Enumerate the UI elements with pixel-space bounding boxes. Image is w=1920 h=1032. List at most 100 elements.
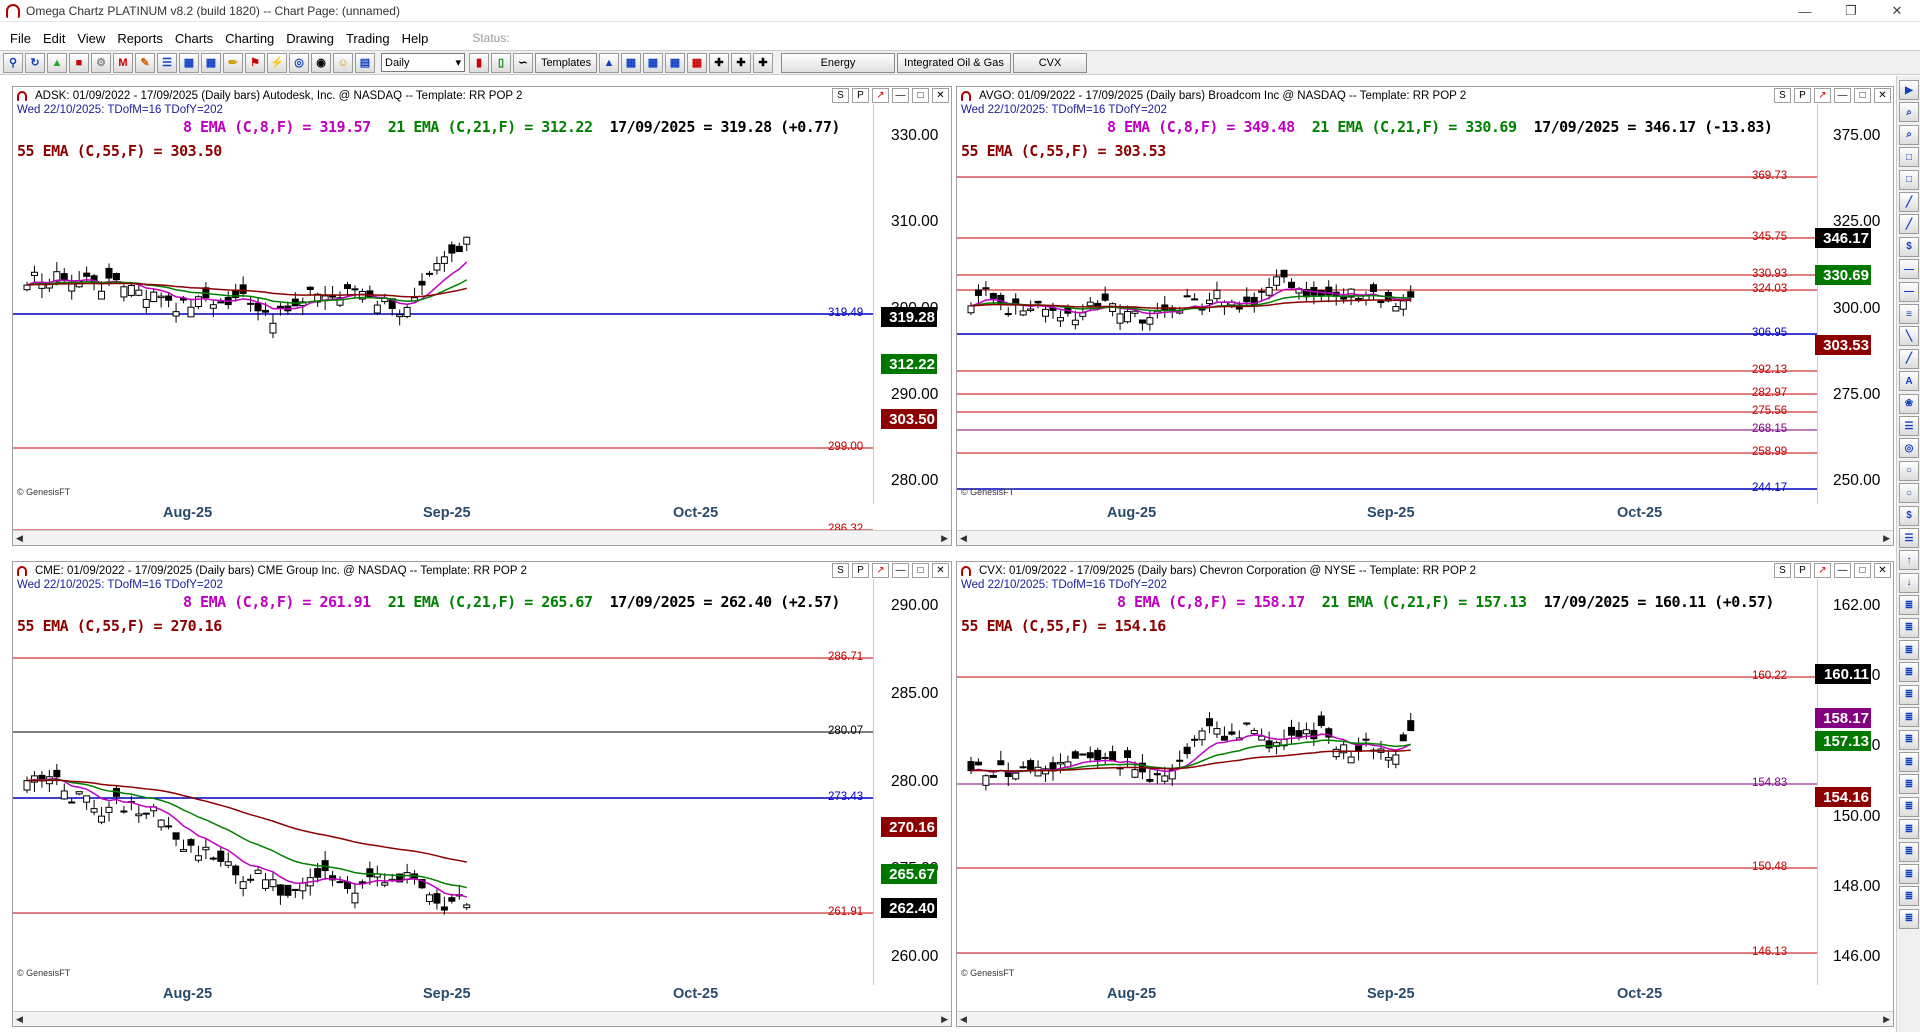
close-icon[interactable]: ✕ bbox=[932, 88, 949, 103]
horizontal-scrollbar[interactable]: ◀ ▶ bbox=[957, 1011, 1893, 1026]
maximize-icon[interactable]: □ bbox=[912, 563, 929, 578]
draw-tool-icon-23[interactable]: ↓ bbox=[1899, 572, 1919, 593]
templates-button[interactable]: Templates bbox=[535, 52, 597, 73]
camera-icon[interactable]: ◉ bbox=[311, 52, 331, 73]
pencil-icon[interactable]: ✎ bbox=[135, 52, 155, 73]
period-select[interactable]: Daily ▾ bbox=[381, 53, 465, 72]
draw-tool-icon-17[interactable]: ◎ bbox=[1899, 438, 1919, 459]
scroll-left-icon[interactable]: ◀ bbox=[16, 533, 23, 544]
book-icon[interactable]: ▤ bbox=[355, 52, 375, 73]
draw-tool-icon-32[interactable]: ≣ bbox=[1899, 774, 1919, 795]
mark-icon[interactable]: M bbox=[113, 52, 133, 73]
scroll-left-icon[interactable]: ◀ bbox=[960, 1014, 967, 1025]
draw-tool-icon-36[interactable]: ≣ bbox=[1899, 864, 1919, 884]
close-icon[interactable]: ✕ bbox=[1874, 563, 1891, 578]
draw-tool-icon-37[interactable]: ≣ bbox=[1899, 886, 1919, 907]
draw-tool-icon-25[interactable]: ≣ bbox=[1899, 617, 1919, 638]
tab-cvx[interactable]: CVX bbox=[1013, 52, 1087, 73]
draw-tool-icon-33[interactable]: ≣ bbox=[1899, 796, 1919, 817]
layout4-icon[interactable]: ▦ bbox=[665, 52, 685, 73]
list-icon[interactable]: ☰ bbox=[157, 52, 177, 73]
line-chart-icon[interactable]: ∽ bbox=[513, 52, 533, 73]
crosshair2-icon[interactable]: ✚ bbox=[731, 52, 751, 73]
horizontal-scrollbar[interactable]: ◀ ▶ bbox=[957, 530, 1893, 545]
draw-tool-icon-27[interactable]: ≣ bbox=[1899, 662, 1919, 683]
draw-tool-icon-8[interactable]: $ bbox=[1899, 236, 1919, 257]
s-button[interactable]: S bbox=[1774, 563, 1791, 578]
draw-tool-icon-13[interactable]: ╱ bbox=[1899, 348, 1919, 369]
price-chart[interactable] bbox=[13, 104, 873, 531]
popout-icon[interactable]: ↗ bbox=[1814, 563, 1831, 578]
minimize-icon[interactable]: — bbox=[892, 88, 909, 103]
menu-charts[interactable]: Charts bbox=[169, 31, 219, 46]
minimize-icon[interactable]: — bbox=[1782, 0, 1828, 22]
chart-window-2[interactable]: AVGO: 01/09/2022 - 17/09/2025 (Daily bar… bbox=[956, 86, 1894, 546]
scroll-right-icon[interactable]: ▶ bbox=[1883, 533, 1890, 544]
draw-tool-icon-3[interactable]: ⌕ bbox=[1899, 124, 1919, 145]
price-chart[interactable] bbox=[957, 579, 1817, 985]
chart-icon[interactable]: ■ bbox=[69, 52, 89, 73]
candle-icon[interactable]: ▯ bbox=[491, 52, 511, 73]
maximize-icon[interactable]: □ bbox=[912, 88, 929, 103]
s-button[interactable]: S bbox=[832, 563, 849, 578]
table-icon[interactable]: ▦ bbox=[201, 52, 221, 73]
maximize-icon[interactable]: □ bbox=[1854, 563, 1871, 578]
menu-help[interactable]: Help bbox=[396, 31, 435, 46]
layout-icon[interactable]: ▲ bbox=[599, 52, 619, 73]
chart-window-1[interactable]: ADSK: 01/09/2022 - 17/09/2025 (Daily bar… bbox=[12, 86, 952, 546]
scroll-right-icon[interactable]: ▶ bbox=[941, 1014, 948, 1025]
menu-reports[interactable]: Reports bbox=[111, 31, 169, 46]
tree-icon[interactable]: ▲ bbox=[47, 52, 67, 73]
popout-icon[interactable]: ↗ bbox=[1814, 88, 1831, 103]
tools-icon[interactable]: ⚙ bbox=[91, 52, 111, 73]
popout-icon[interactable]: ↗ bbox=[872, 563, 889, 578]
p-button[interactable]: P bbox=[852, 88, 869, 103]
menu-charting[interactable]: Charting bbox=[219, 31, 280, 46]
draw-tool-icon-1[interactable]: ▶ bbox=[1899, 80, 1919, 100]
popout-icon[interactable]: ↗ bbox=[872, 88, 889, 103]
draw-tool-icon-26[interactable]: ≣ bbox=[1899, 640, 1919, 660]
bar-chart-icon[interactable]: ▮ bbox=[469, 52, 489, 73]
menu-trading[interactable]: Trading bbox=[340, 31, 396, 46]
s-button[interactable]: S bbox=[832, 88, 849, 103]
draw-tool-icon-5[interactable]: □ bbox=[1899, 169, 1919, 190]
draw-tool-icon-9[interactable]: — bbox=[1899, 259, 1919, 280]
scan-icon[interactable]: ◎ bbox=[289, 52, 309, 73]
draw-tool-icon-16[interactable]: ☰ bbox=[1899, 416, 1919, 436]
ruler-icon[interactable]: ✏ bbox=[223, 52, 243, 73]
draw-tool-icon-21[interactable]: ☰ bbox=[1899, 528, 1919, 548]
scroll-right-icon[interactable]: ▶ bbox=[1883, 1014, 1890, 1025]
close-icon[interactable]: ✕ bbox=[932, 563, 949, 578]
menu-file[interactable]: File bbox=[4, 31, 37, 46]
draw-tool-icon-4[interactable]: □ bbox=[1899, 147, 1919, 168]
horizontal-scrollbar[interactable]: ◀ ▶ bbox=[13, 1011, 951, 1026]
scroll-left-icon[interactable]: ◀ bbox=[16, 1014, 23, 1025]
horizontal-scrollbar[interactable]: ◀ ▶ bbox=[13, 530, 951, 545]
p-button[interactable]: P bbox=[1794, 88, 1811, 103]
draw-tool-icon-11[interactable]: ≡ bbox=[1899, 304, 1919, 324]
tab-integrated-oil-gas[interactable]: Integrated Oil & Gas bbox=[897, 52, 1011, 73]
scroll-right-icon[interactable]: ▶ bbox=[941, 533, 948, 544]
draw-tool-icon-24[interactable]: ≣ bbox=[1899, 595, 1919, 616]
close-icon[interactable]: ✕ bbox=[1874, 0, 1920, 22]
draw-tool-icon-22[interactable]: ↑ bbox=[1899, 550, 1919, 571]
tab-energy[interactable]: Energy bbox=[781, 52, 895, 73]
draw-tool-icon-29[interactable]: ≣ bbox=[1899, 707, 1919, 728]
scroll-left-icon[interactable]: ◀ bbox=[960, 533, 967, 544]
chart-window-3[interactable]: CME: 01/09/2022 - 17/09/2025 (Daily bars… bbox=[12, 561, 952, 1027]
draw-tool-icon-10[interactable]: — bbox=[1899, 281, 1919, 302]
price-chart[interactable] bbox=[13, 579, 873, 985]
price-chart[interactable] bbox=[957, 104, 1817, 504]
smile-icon[interactable]: ☺ bbox=[333, 52, 353, 73]
draw-tool-icon-12[interactable]: ╲ bbox=[1899, 326, 1919, 347]
draw-tool-icon-18[interactable]: ○ bbox=[1899, 460, 1919, 481]
menu-drawing[interactable]: Drawing bbox=[280, 31, 340, 46]
alert-icon[interactable]: ⚑ bbox=[245, 52, 265, 73]
s-button[interactable]: S bbox=[1774, 88, 1791, 103]
menu-view[interactable]: View bbox=[71, 31, 111, 46]
restore-icon[interactable]: ❐ bbox=[1828, 0, 1874, 22]
zoom-icon[interactable]: ⚲ bbox=[3, 52, 23, 73]
draw-tool-icon-19[interactable]: ○ bbox=[1899, 483, 1919, 504]
lightning-icon[interactable]: ⚡ bbox=[267, 52, 287, 73]
minimize-icon[interactable]: — bbox=[892, 563, 909, 578]
